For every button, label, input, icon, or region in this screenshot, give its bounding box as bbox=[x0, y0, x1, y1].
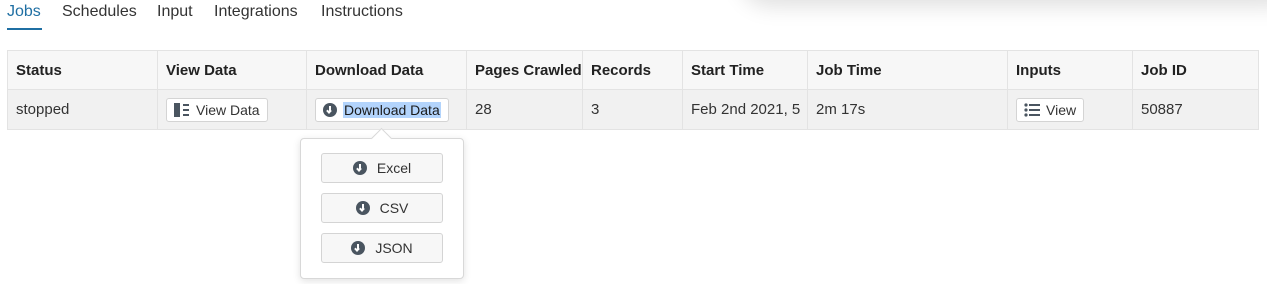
view-data-label: View Data bbox=[196, 101, 260, 118]
table-row: stopped View Data Download Data 28 3 Feb… bbox=[7, 89, 1259, 130]
column-header-download-data[interactable]: Download Data bbox=[306, 50, 467, 90]
download-data-label: Download Data bbox=[343, 101, 441, 118]
table-header-row: Status View Data Download Data Pages Cra… bbox=[7, 50, 1259, 90]
jobs-table: Status View Data Download Data Pages Cra… bbox=[7, 50, 1259, 130]
cell-inputs: View bbox=[1007, 89, 1133, 130]
view-data-button[interactable]: View Data bbox=[166, 97, 268, 122]
download-excel-label: Excel bbox=[376, 160, 412, 176]
download-icon bbox=[323, 102, 337, 117]
column-header-job-time[interactable]: Job Time bbox=[807, 50, 1008, 90]
download-excel-button[interactable]: Excel bbox=[321, 153, 443, 183]
popover-arrow bbox=[370, 127, 393, 150]
cell-job-time: 2m 17s bbox=[807, 89, 1008, 130]
download-json-label: JSON bbox=[375, 240, 413, 256]
column-header-records[interactable]: Records bbox=[582, 50, 683, 90]
column-header-inputs[interactable]: Inputs bbox=[1007, 50, 1133, 90]
view-inputs-label: View bbox=[1046, 101, 1077, 118]
list-icon bbox=[1024, 102, 1040, 117]
cell-start-time: Feb 2nd 2021, 5 bbox=[682, 89, 808, 130]
cell-job-id: 50887 bbox=[1132, 89, 1259, 130]
tab-integrations[interactable]: Integrations bbox=[214, 3, 298, 21]
cell-records: 3 bbox=[582, 89, 683, 130]
download-icon bbox=[355, 201, 370, 215]
cell-view-data: View Data bbox=[157, 89, 307, 130]
view-inputs-button[interactable]: View bbox=[1016, 97, 1085, 122]
columns-icon bbox=[174, 102, 189, 117]
column-header-status[interactable]: Status bbox=[7, 50, 158, 90]
download-icon bbox=[351, 241, 366, 255]
cell-download-data: Download Data bbox=[306, 89, 467, 130]
active-tab-indicator bbox=[7, 28, 42, 30]
download-icon bbox=[352, 161, 367, 175]
column-header-pages-crawled[interactable]: Pages Crawled bbox=[466, 50, 583, 90]
tab-schedules[interactable]: Schedules bbox=[62, 3, 137, 21]
column-header-view-data[interactable]: View Data bbox=[157, 50, 307, 90]
download-csv-label: CSV bbox=[379, 200, 409, 216]
column-header-job-id[interactable]: Job ID bbox=[1132, 50, 1259, 90]
column-header-start-time[interactable]: Start Time bbox=[682, 50, 808, 90]
tab-instructions[interactable]: Instructions bbox=[321, 3, 403, 21]
download-json-button[interactable]: JSON bbox=[321, 233, 443, 263]
download-csv-button[interactable]: CSV bbox=[321, 193, 443, 223]
download-data-button[interactable]: Download Data bbox=[315, 97, 449, 122]
download-format-popover: Excel CSV JSON bbox=[300, 127, 464, 279]
tab-input[interactable]: Input bbox=[157, 3, 193, 21]
cell-status: stopped bbox=[7, 89, 158, 130]
tab-jobs[interactable]: Jobs bbox=[7, 3, 41, 21]
cell-pages-crawled: 28 bbox=[466, 89, 583, 130]
